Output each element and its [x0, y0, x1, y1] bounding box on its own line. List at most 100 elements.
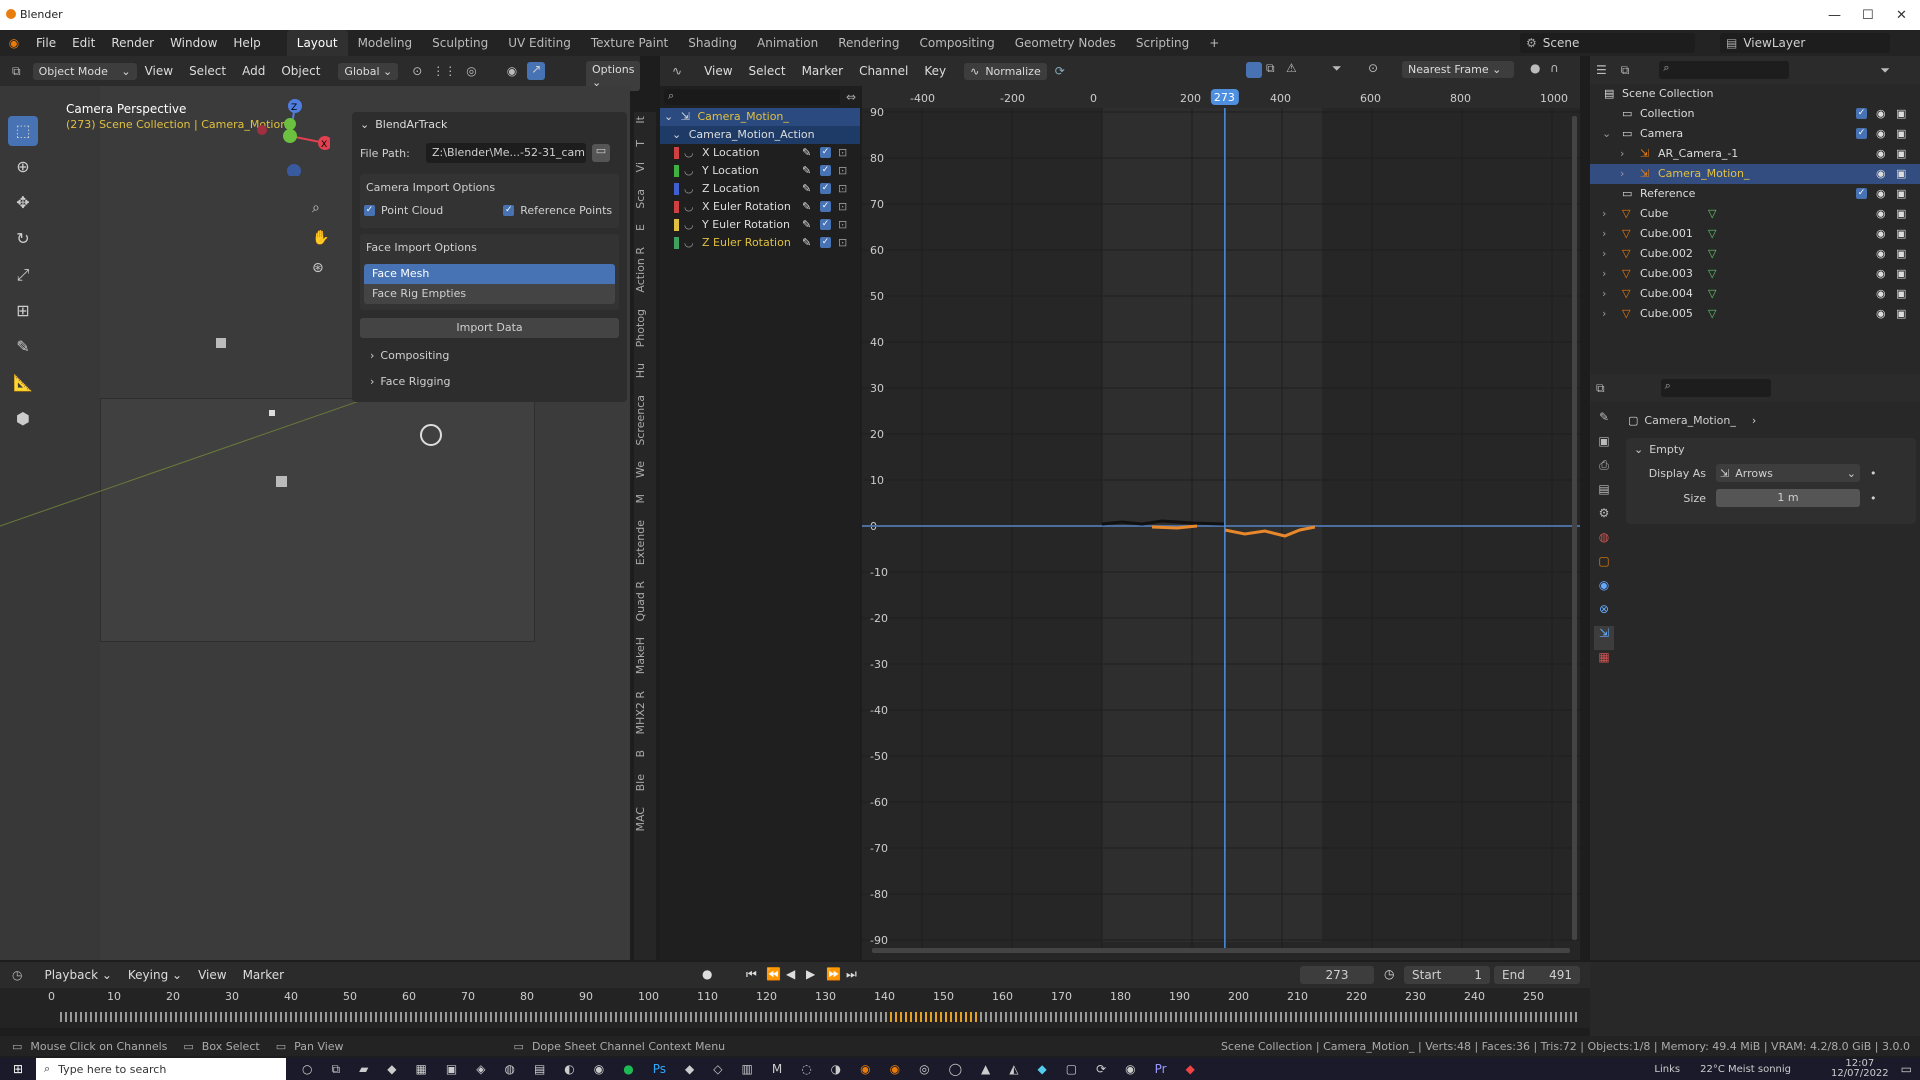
expand-arrow-icon[interactable]: ›: [1620, 144, 1624, 164]
outliner-editor-type-icon[interactable]: ☰: [1596, 63, 1607, 77]
app-icon[interactable]: ▢: [1066, 1062, 1077, 1076]
outliner-row[interactable]: › ▽ Cube.001 ▽ ◉ ▣: [1590, 224, 1920, 244]
current-frame-field[interactable]: 273: [1300, 966, 1374, 984]
add-workspace-icon[interactable]: +: [1199, 30, 1229, 56]
graph-menu-key[interactable]: Key: [916, 58, 954, 84]
app-icon[interactable]: M: [772, 1062, 782, 1076]
npanel-tab[interactable]: MAC: [634, 803, 654, 836]
visibility-eye-icon[interactable]: ◡: [684, 180, 694, 198]
app-icon[interactable]: ◑: [831, 1062, 841, 1076]
blender-taskbar-icon[interactable]: ◉: [890, 1062, 900, 1076]
outliner-search-input[interactable]: ⌕: [1659, 61, 1790, 79]
snap-icon[interactable]: ⋮⋮: [432, 64, 456, 78]
tab-animation[interactable]: Animation: [747, 30, 828, 56]
show-hidden-icon[interactable]: ⧉: [1266, 61, 1275, 76]
npanel-tab[interactable]: Ble: [634, 770, 654, 795]
npanel-tab[interactable]: Extende: [634, 516, 654, 569]
npanel-tab[interactable]: B: [634, 746, 654, 762]
taskbar-search-input[interactable]: ⌕ Type here to search: [36, 1058, 286, 1080]
notification-icon[interactable]: ▭: [1901, 1062, 1912, 1076]
channel-fcurve-row[interactable]: ◡ Y Location ✎ ✓ ⊡: [660, 162, 860, 180]
visibility-eye-icon[interactable]: ◉: [1876, 184, 1886, 204]
app-icon[interactable]: ◆: [387, 1062, 396, 1076]
maximize-button[interactable]: ☐: [1862, 8, 1874, 23]
expand-arrow-icon[interactable]: ›: [1602, 264, 1606, 284]
jump-end-icon[interactable]: ⏭: [846, 967, 857, 982]
folder-icon[interactable]: ▭: [592, 144, 610, 162]
graph-area[interactable]: -400 -200 0 200 400 600 800 1000 90 80 70 60 50 40 30 2…: [862, 86, 1580, 960]
mute-checkbox[interactable]: ✓: [820, 165, 831, 176]
channel-object-row[interactable]: ⌄ ⇲ Camera_Motion_: [660, 108, 860, 126]
camera-view-icon[interactable]: ⊛: [312, 260, 324, 276]
cortana-icon[interactable]: ○: [302, 1062, 312, 1076]
app-icon[interactable]: ◍: [504, 1062, 514, 1076]
texture-tab-icon[interactable]: ▦: [1594, 650, 1614, 674]
visibility-eye-icon[interactable]: ◉: [1876, 224, 1886, 244]
point-cloud-checkbox[interactable]: ✓: [364, 204, 375, 216]
minimize-button[interactable]: —: [1828, 8, 1841, 23]
reference-points-checkbox[interactable]: ✓: [503, 204, 515, 216]
tab-layout[interactable]: Layout: [286, 30, 348, 56]
channel-search-input[interactable]: ⌕: [664, 89, 840, 105]
file-explorer-icon[interactable]: ▰: [359, 1062, 368, 1076]
expand-arrow-icon[interactable]: ›: [1602, 304, 1606, 324]
windows-start-icon[interactable]: ⊞: [0, 1062, 36, 1076]
transform-orientation-dropdown[interactable]: Global ⌄: [338, 62, 399, 80]
annotate-tool-icon[interactable]: ✎: [8, 332, 38, 362]
select-box-tool-icon[interactable]: ⬚: [8, 116, 38, 146]
tab-compositing[interactable]: Compositing: [909, 30, 1004, 56]
visibility-eye-icon[interactable]: ◡: [684, 216, 694, 234]
viewport-menu-add[interactable]: Add: [234, 58, 273, 84]
npanel-tab[interactable]: E: [634, 220, 654, 235]
app-icon[interactable]: ▦: [416, 1062, 427, 1076]
visibility-eye-icon[interactable]: ◉: [1876, 104, 1886, 124]
task-view-icon[interactable]: ⧉: [331, 1062, 340, 1077]
visibility-eye-icon[interactable]: ◡: [684, 162, 694, 180]
modifier-wrench-icon[interactable]: ✎: [802, 144, 811, 162]
visibility-eye-icon[interactable]: ◉: [1876, 264, 1886, 284]
empty-arrows-object[interactable]: [420, 424, 442, 446]
swap-icon[interactable]: ⇔: [846, 90, 856, 104]
app-icon[interactable]: ◌: [801, 1062, 811, 1076]
channel-fcurve-row[interactable]: ◡ Y Euler Rotation ✎ ✓ ⊡: [660, 216, 860, 234]
outliner-row[interactable]: › ⇲ AR_Camera_-1 ◉ ▣: [1590, 144, 1920, 164]
unreal-icon[interactable]: ◯: [949, 1062, 962, 1076]
physics-tab-icon[interactable]: ◉: [1594, 578, 1614, 602]
render-camera-icon[interactable]: ▣: [1896, 164, 1906, 184]
render-camera-icon[interactable]: ▣: [1896, 204, 1906, 224]
mute-checkbox[interactable]: ✓: [820, 147, 831, 158]
play-reverse-icon[interactable]: ◀: [786, 967, 795, 981]
lock-icon[interactable]: ⊡: [838, 234, 847, 252]
collapse-chevron-icon[interactable]: ⌄: [1634, 443, 1643, 456]
render-camera-icon[interactable]: ▣: [1896, 224, 1906, 244]
timeline-menu-marker[interactable]: Marker: [235, 962, 292, 988]
tab-texture-paint[interactable]: Texture Paint: [581, 30, 678, 56]
visibility-icon[interactable]: ◉: [507, 64, 517, 78]
output-tab-icon[interactable]: ⎙: [1594, 458, 1614, 482]
modifier-wrench-icon[interactable]: ✎: [802, 216, 811, 234]
keyframe-dot-icon[interactable]: •: [1870, 492, 1877, 505]
tab-sculpting[interactable]: Sculpting: [422, 30, 498, 56]
timeline-menu-playback[interactable]: Playback ⌄: [36, 962, 119, 988]
app-icon[interactable]: ◆: [1186, 1062, 1195, 1076]
npanel-tab[interactable]: Quad R: [634, 577, 654, 626]
zoom-icon[interactable]: ⌕: [312, 200, 320, 216]
render-camera-icon[interactable]: ▣: [1896, 304, 1906, 324]
cursor-tool-icon[interactable]: ⊕: [8, 152, 38, 182]
viewlayer-selector[interactable]: ▤ ViewLayer: [1720, 33, 1890, 53]
scale-tool-icon[interactable]: ⤢: [8, 260, 38, 290]
expand-arrow-icon[interactable]: ⌄: [1602, 124, 1611, 144]
falloff-icon[interactable]: ∩: [1550, 61, 1559, 75]
visibility-eye-icon[interactable]: ◡: [684, 198, 694, 216]
import-data-button[interactable]: Import Data: [360, 318, 619, 338]
timeline[interactable]: 0 10 20 30 40 50 60 70 80 90 100 110 120 130 140 150 160…: [0, 988, 1590, 1028]
npanel-tab[interactable]: We: [634, 457, 654, 482]
outliner-row[interactable]: › ▽ Cube.004 ▽ ◉ ▣: [1590, 284, 1920, 304]
tool-tab-icon[interactable]: ✎: [1594, 410, 1614, 434]
filter-icon[interactable]: ⏷: [1332, 61, 1342, 76]
blender-menu-icon[interactable]: ◉: [0, 36, 28, 50]
gizmo-toggle-icon[interactable]: ↗: [527, 62, 546, 80]
face-mesh-option[interactable]: Face Mesh: [364, 264, 615, 284]
app-icon[interactable]: ◎: [919, 1062, 929, 1076]
visibility-eye-icon[interactable]: ◉: [1876, 124, 1886, 144]
